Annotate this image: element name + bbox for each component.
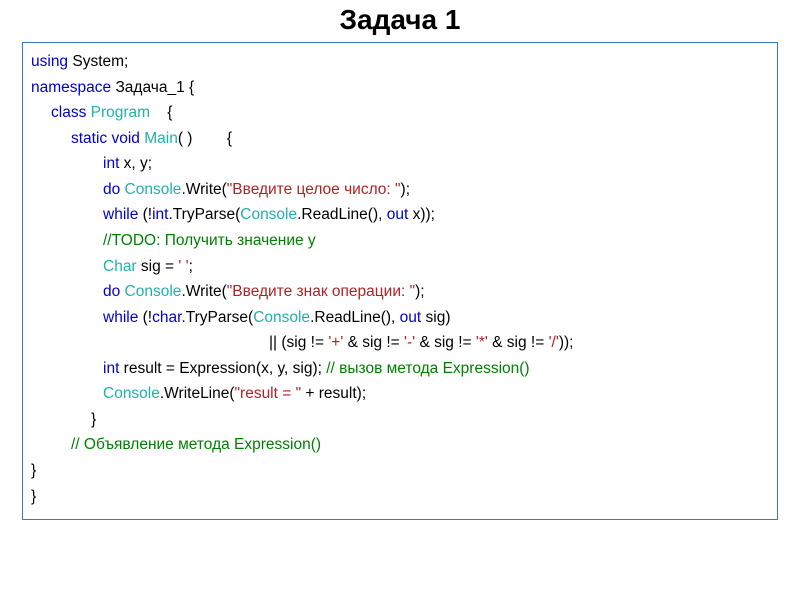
code-line: do Console.Write("Введите целое число: "… [31, 177, 767, 203]
code-line: int result = Expression(x, y, sig); // в… [31, 356, 767, 382]
code-block: using System; namespace Задача_1 { class… [22, 42, 778, 520]
code-line: Char sig = ' '; [31, 254, 767, 280]
code-line: while (!int.TryParse(Console.ReadLine(),… [31, 202, 767, 228]
code-line: namespace Задача_1 { [31, 75, 767, 101]
code-line: using System; [31, 49, 767, 75]
code-line: //TODO: Получить значение y [31, 228, 767, 254]
slide-title: Задача 1 [0, 0, 800, 38]
code-line: Console.WriteLine("result = " + result); [31, 381, 767, 407]
code-line: do Console.Write("Введите знак операции:… [31, 279, 767, 305]
code-line: } [31, 484, 767, 510]
code-line: // Объявление метода Expression() [31, 432, 767, 458]
code-line: class Program { [31, 100, 767, 126]
code-line: } [31, 458, 767, 484]
code-line: || (sig != '+' & sig != '-' & sig != '*'… [31, 330, 767, 356]
code-line: while (!char.TryParse(Console.ReadLine()… [31, 305, 767, 331]
code-line: } [31, 407, 767, 433]
code-line: static void Main( ) { [31, 126, 767, 152]
code-line: int x, y; [31, 151, 767, 177]
